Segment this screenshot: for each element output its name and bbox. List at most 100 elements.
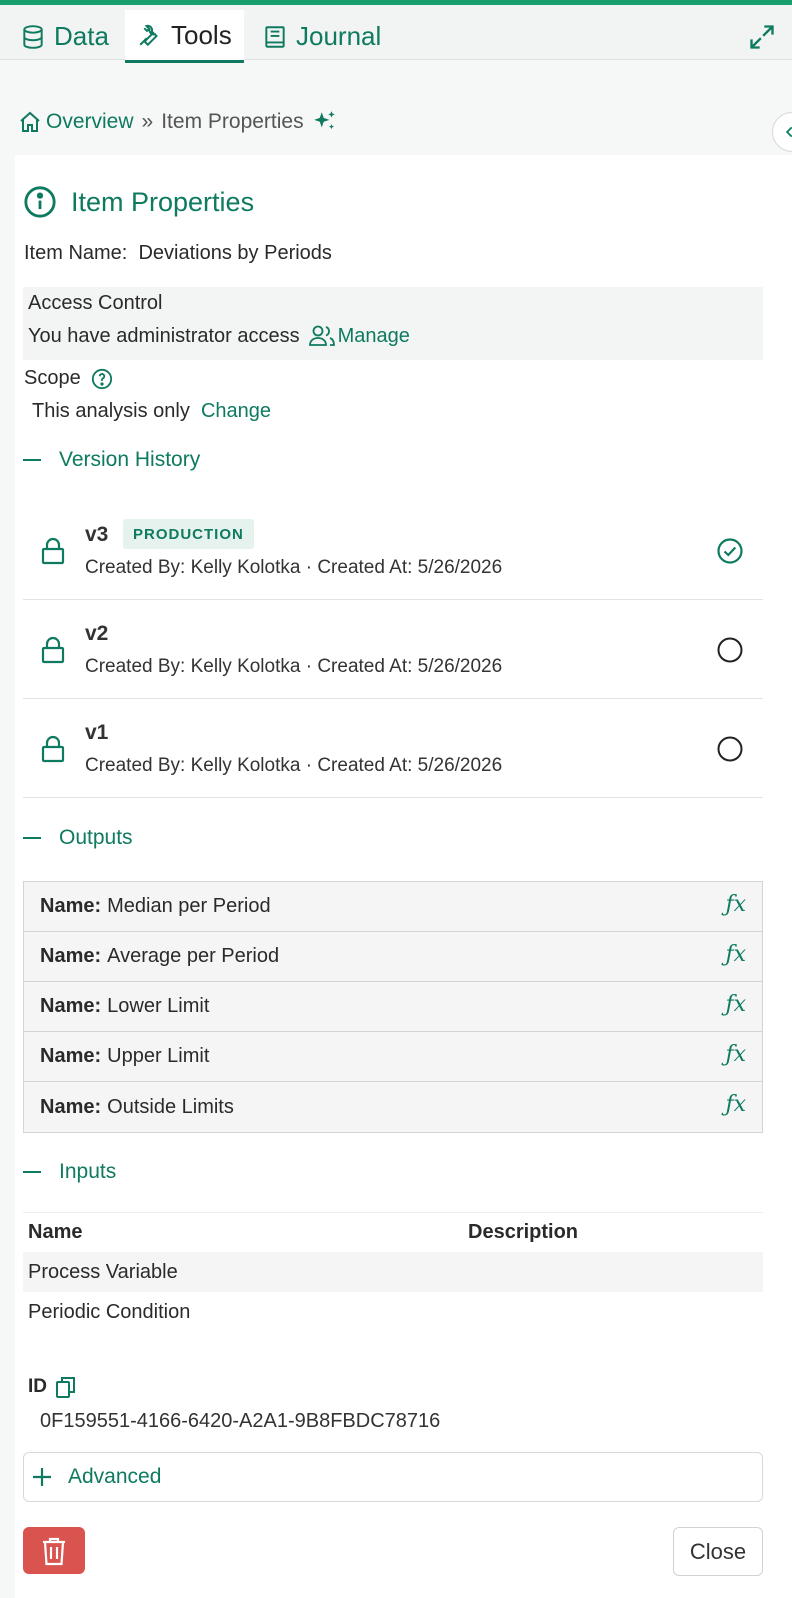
tab-tools[interactable]: Tools <box>125 10 244 63</box>
scope-value-row: This analysis only Change <box>32 400 271 423</box>
delete-button[interactable] <box>23 1527 85 1574</box>
advanced-label: Advanced <box>68 1465 162 1488</box>
output-row: Name: Median per Period ƒx <box>24 882 762 932</box>
breadcrumb-separator: » <box>141 110 154 133</box>
output-row: Name: Upper Limit ƒx <box>24 1032 762 1082</box>
lock-icon <box>41 735 65 763</box>
collapse-icon <box>23 459 41 461</box>
formula-icon[interactable]: ƒx <box>725 892 746 917</box>
inputs-header-row: Name Description <box>23 1212 763 1252</box>
output-name: Outside Limits <box>107 1095 234 1118</box>
output-row: Name: Lower Limit ƒx <box>24 982 762 1032</box>
trash-icon <box>43 1537 65 1565</box>
top-tab-bar: Data Tools Journal <box>0 0 792 63</box>
chevron-left-icon <box>785 126 792 138</box>
version-history-toggle[interactable]: Version History <box>23 448 200 472</box>
inputs-title: Inputs <box>59 1160 117 1183</box>
output-name: Upper Limit <box>107 1045 210 1067</box>
output-name-label: Name: <box>40 945 102 967</box>
input-name: Process Variable <box>28 1260 178 1283</box>
outputs-title: Outputs <box>59 826 133 849</box>
inputs-toggle[interactable]: Inputs <box>23 1160 116 1184</box>
help-icon[interactable] <box>91 368 113 390</box>
collapse-icon <box>23 1171 41 1173</box>
scope-row: Scope <box>24 367 113 390</box>
lock-icon <box>41 537 65 565</box>
home-icon[interactable] <box>18 110 42 134</box>
version-name: v1 <box>85 721 109 744</box>
version-meta: Created By: Kelly Kolotka · Created At: … <box>85 755 503 776</box>
sparkle-icon[interactable] <box>312 109 338 135</box>
formula-icon[interactable]: ƒx <box>725 1042 746 1067</box>
outputs-list: Name: Median per Period ƒx Name: Average… <box>23 881 763 1133</box>
radio-icon[interactable] <box>717 637 743 663</box>
version-row-v1[interactable]: v1 Created By: Kelly Kolotka · Created A… <box>23 699 763 798</box>
access-control-box: Access Control You have administrator ac… <box>23 287 763 360</box>
formula-icon[interactable]: ƒx <box>725 942 746 967</box>
breadcrumb-overview-link[interactable]: Overview <box>46 110 134 134</box>
change-scope-link[interactable]: Change <box>201 400 271 422</box>
radio-icon[interactable] <box>717 736 743 762</box>
column-header-name: Name <box>28 1221 83 1243</box>
tab-data[interactable]: Data <box>20 10 109 63</box>
table-row: Process Variable <box>23 1252 763 1292</box>
wrench-icon <box>139 24 158 47</box>
output-name-label: Name: <box>40 895 102 917</box>
manage-link[interactable]: Manage <box>338 325 410 348</box>
item-name-label: Item Name: <box>24 242 128 264</box>
inputs-table: Name Description Process Variable Period… <box>23 1212 763 1332</box>
output-row: Name: Outside Limits ƒx <box>24 1082 762 1132</box>
outputs-toggle[interactable]: Outputs <box>23 826 133 850</box>
lock-icon <box>41 636 65 664</box>
version-name: v2 <box>85 622 109 645</box>
scope-label: Scope <box>24 367 81 389</box>
database-icon <box>23 24 43 49</box>
version-name: v3 <box>85 523 109 546</box>
tab-tools-label: Tools <box>171 19 232 50</box>
access-control-label: Access Control <box>28 292 163 314</box>
scope-value: This analysis only <box>32 400 190 422</box>
tab-data-label: Data <box>54 21 109 51</box>
advanced-toggle[interactable]: Advanced <box>23 1452 763 1502</box>
output-name: Lower Limit <box>107 995 210 1017</box>
formula-icon[interactable]: ƒx <box>725 1092 746 1117</box>
production-badge: PRODUCTION <box>123 519 254 549</box>
collapse-icon <box>23 837 41 839</box>
item-name-row: Item Name: Deviations by Periods <box>24 242 332 265</box>
input-name: Periodic Condition <box>28 1300 191 1323</box>
users-icon[interactable] <box>308 324 336 348</box>
table-row: Periodic Condition <box>23 1292 763 1332</box>
version-history-title: Version History <box>59 448 201 471</box>
expand-icon[interactable] <box>748 23 776 51</box>
page-title: Item Properties <box>71 186 255 217</box>
breadcrumb: Overview » Item Properties <box>18 106 338 138</box>
close-button[interactable]: Close <box>673 1527 763 1576</box>
id-value: 0F159551-4166-6420-A2A1-9B8FBDC78716 <box>40 1410 441 1432</box>
version-row-v2[interactable]: v2 Created By: Kelly Kolotka · Created A… <box>23 600 763 699</box>
item-name-value: Deviations by Periods <box>138 242 332 264</box>
output-name: Average per Period <box>107 945 280 967</box>
version-row-v3[interactable]: v3 PRODUCTION Created By: Kelly Kolotka … <box>23 501 763 600</box>
access-text: You have administrator access <box>28 324 300 347</box>
panel-title: Item Properties <box>23 185 254 219</box>
version-meta: Created By: Kelly Kolotka · Created At: … <box>85 656 503 677</box>
breadcrumb-current: Item Properties <box>161 110 304 133</box>
id-row: ID <box>28 1375 77 1399</box>
id-label: ID <box>28 1376 47 1397</box>
output-name-label: Name: <box>40 1095 102 1118</box>
output-name-label: Name: <box>40 1045 102 1067</box>
properties-panel <box>15 155 792 1598</box>
tab-journal[interactable]: Journal <box>262 10 381 63</box>
output-name: Median per Period <box>107 895 271 917</box>
info-icon <box>24 186 56 218</box>
copy-icon[interactable] <box>55 1375 77 1399</box>
book-icon <box>265 25 285 48</box>
column-header-description: Description <box>468 1221 579 1243</box>
selected-check-icon[interactable] <box>717 538 743 564</box>
version-meta: Created By: Kelly Kolotka · Created At: … <box>85 557 503 578</box>
output-row: Name: Average per Period ƒx <box>24 932 762 982</box>
tab-journal-label: Journal <box>296 21 382 51</box>
access-text-row: You have administrator access Manage <box>28 324 410 348</box>
plus-icon <box>33 1468 51 1486</box>
formula-icon[interactable]: ƒx <box>725 992 746 1017</box>
